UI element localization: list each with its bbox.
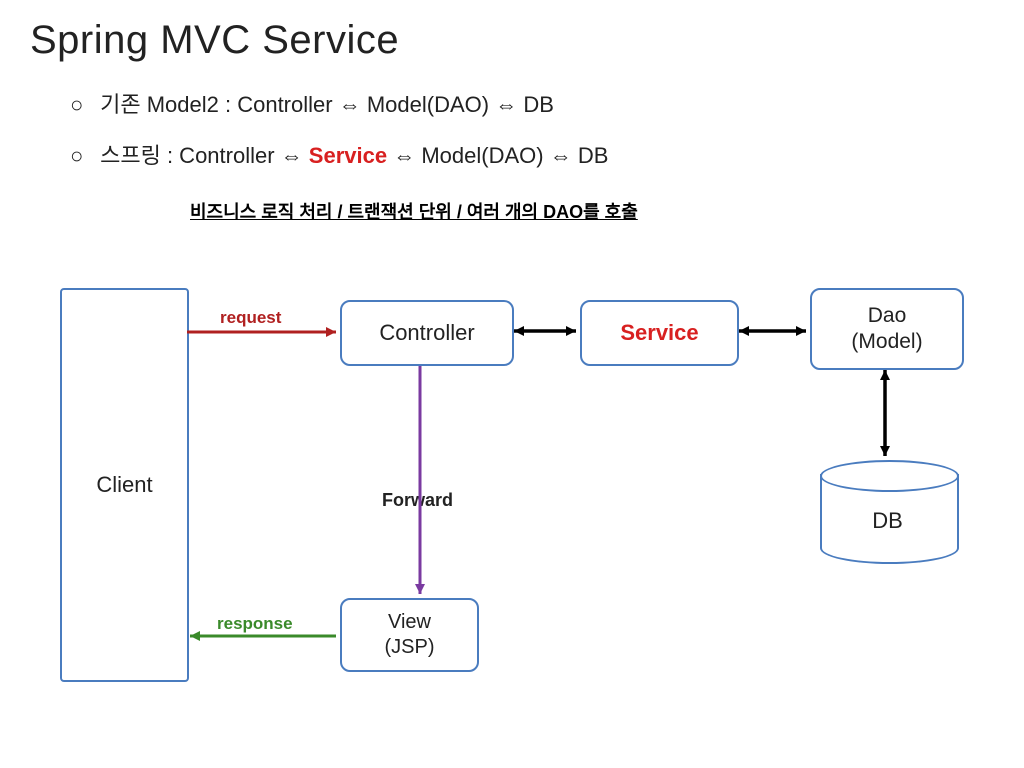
bullet-2-text-b: Model(DAO) — [421, 143, 549, 168]
bullet-marker: ○ — [70, 90, 94, 121]
bullet-2-service: Service — [309, 143, 387, 168]
bullet-2-text-c: DB — [578, 143, 609, 168]
label-response: response — [217, 614, 293, 634]
bullet-arrow: ⇔ — [281, 143, 303, 168]
bullet-arrow: ⇔ — [495, 92, 517, 117]
node-dao: Dao (Model) — [810, 288, 964, 370]
label-request: request — [220, 308, 281, 328]
node-client: Client — [60, 288, 189, 682]
slide-title: Spring MVC Service — [30, 18, 399, 63]
node-service: Service — [580, 300, 739, 366]
bullet-1-text-b: Model(DAO) — [367, 92, 495, 117]
bullet-arrow: ⇔ — [550, 143, 572, 168]
bullet-1-text-a: 기존 Model2 : Controller — [100, 92, 339, 117]
sub-note: 비즈니스 로직 처리 / 트랜잭션 단위 / 여러 개의 DAO를 호출 — [190, 198, 638, 224]
bullet-marker: ○ — [70, 141, 94, 172]
bullet-1-text-c: DB — [523, 92, 554, 117]
db-label: DB — [820, 508, 955, 534]
bullet-item-1: ○ 기존 Model2 : Controller ⇔ Model(DAO) ⇔ … — [70, 90, 608, 121]
bullet-list: ○ 기존 Model2 : Controller ⇔ Model(DAO) ⇔ … — [70, 90, 608, 192]
node-db: DB — [820, 460, 955, 570]
node-view: View (JSP) — [340, 598, 479, 672]
bullet-arrow: ⇔ — [339, 92, 361, 117]
bullet-arrow: ⇔ — [393, 143, 415, 168]
db-cylinder-top — [820, 460, 959, 492]
bullet-2-text-a: 스프링 : Controller — [100, 143, 281, 168]
bullet-item-2: ○ 스프링 : Controller ⇔ Service ⇔ Model(DAO… — [70, 141, 608, 172]
node-controller: Controller — [340, 300, 514, 366]
label-forward: Forward — [382, 490, 453, 511]
